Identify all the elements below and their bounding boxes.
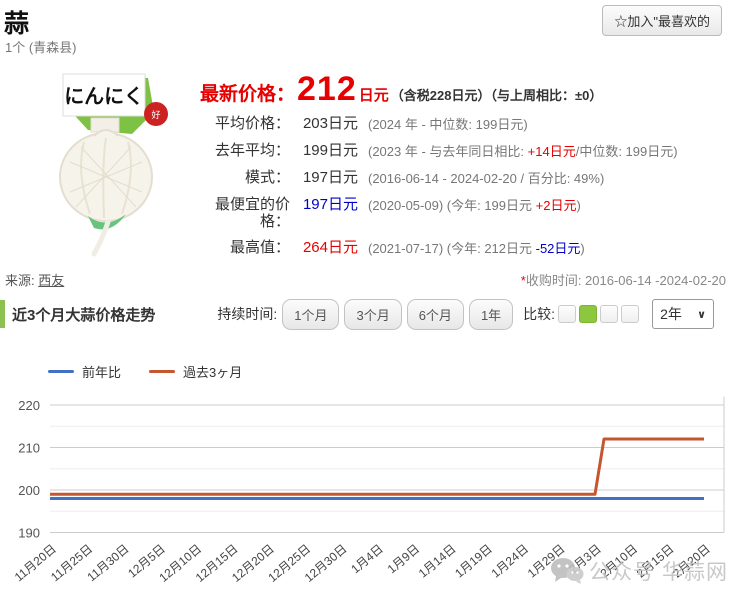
row-value: 264日元 — [302, 239, 358, 256]
range-dropdown[interactable]: 2年 ∨ — [652, 299, 715, 329]
compare-checkbox-1[interactable] — [558, 305, 577, 323]
compare-checkbox-3[interactable] — [600, 305, 619, 323]
latest-price-row: 最新价格： 212 日元 （含税228日元）（与上周相比：±0） — [200, 72, 730, 106]
price-chart: 19020021022011月20日11月25日11月30日12月5日12月10… — [12, 396, 725, 585]
source-link[interactable]: 西友 — [38, 273, 64, 288]
source-row: 来源: 西友 *收购时间: 2016-06-14 -2024-02-20 — [0, 266, 730, 290]
add-favorite-button[interactable]: ☆加入"最喜欢的 — [602, 5, 722, 36]
svg-text:1月29日: 1月29日 — [525, 542, 568, 581]
price-summary: 最新价格： 212 日元 （含税228日元）（与上周相比：±0） 平均价格： 2… — [200, 72, 730, 257]
compare-checkbox-4[interactable] — [621, 305, 640, 323]
legend-item-last3months: 過去3ヶ月 — [149, 362, 242, 381]
legend-swatch-blue — [48, 370, 74, 373]
chart-toolbar: 近3个月大蒜价格走势 持续时间: 1个月 3个月 6个月 1年 比较: 2年 ∨ — [0, 296, 730, 332]
duration-button-6month[interactable]: 6个月 — [406, 298, 464, 330]
row-value: 199日元 — [302, 142, 358, 159]
svg-text:220: 220 — [18, 398, 40, 413]
row-note: (2021-07-17) (今年: 212日元 -52日元) — [368, 241, 585, 256]
row-value: 197日元 — [302, 196, 358, 213]
row-note: (2020-05-09) (今年: 199日元 +2日元) — [368, 198, 581, 213]
svg-text:1月4日: 1月4日 — [348, 542, 386, 577]
product-image: にんにく 好 — [36, 72, 186, 258]
latest-price-note: （含税228日元）（与上周相比：±0） — [390, 88, 603, 103]
row-label: 去年平均： — [214, 142, 290, 159]
chart-legend: 前年比 過去3ヶ月 — [48, 362, 270, 381]
price-row-mode: 模式： 197日元 (2016-06-14 - 2024-02-20 / 百分比… — [200, 169, 730, 187]
garlic-image: にんにく 好 — [59, 73, 168, 257]
product-label-text: にんにく — [64, 86, 144, 108]
svg-text:1月14日: 1月14日 — [416, 542, 459, 581]
acquisition-period: *收购时间: 2016-06-14 -2024-02-20 — [520, 273, 726, 288]
svg-text:190: 190 — [18, 526, 40, 541]
latest-price-unit: 日元 — [358, 87, 389, 104]
svg-text:2月10日: 2月10日 — [598, 542, 641, 581]
compare-checkbox-2[interactable] — [579, 305, 598, 323]
row-note: (2024 年 - 中位数: 199日元) — [368, 117, 528, 132]
page-subtitle: 1个 (青森县) — [5, 40, 77, 55]
chevron-down-icon: ∨ — [697, 308, 707, 321]
svg-text:2月20日: 2月20日 — [670, 542, 713, 581]
row-label: 最便宜的价格： — [214, 196, 290, 230]
compare-label: 比较: — [523, 306, 556, 322]
row-note: (2023 年 - 与去年同日相比: +14日元/中位数: 199日元) — [368, 144, 678, 159]
row-label: 最高值： — [229, 239, 290, 256]
row-note: (2016-06-14 - 2024-02-20 / 百分比: 49%) — [368, 171, 605, 186]
page-title: 蒜 — [4, 10, 30, 38]
latest-price-label: 最新价格： — [200, 84, 296, 105]
svg-text:好: 好 — [151, 109, 160, 120]
price-row-lastyear: 去年平均： 199日元 (2023 年 - 与去年同日相比: +14日元/中位数… — [200, 142, 730, 160]
price-row-highest: 最高值： 264日元 (2021-07-17) (今年: 212日元 -52日元… — [200, 239, 730, 257]
price-row-average: 平均价格： 203日元 (2024 年 - 中位数: 199日元) — [200, 115, 730, 133]
section-title: 近3个月大蒜价格走势 — [12, 306, 156, 324]
range-dropdown-value: 2年 — [660, 306, 682, 322]
legend-label: 過去3ヶ月 — [183, 365, 243, 380]
svg-text:1月24日: 1月24日 — [489, 542, 532, 581]
legend-swatch-orange — [149, 370, 176, 373]
svg-text:210: 210 — [18, 441, 40, 456]
duration-button-1month[interactable]: 1个月 — [282, 298, 340, 330]
svg-text:1月19日: 1月19日 — [452, 542, 495, 581]
legend-label: 前年比 — [82, 365, 122, 380]
source-label: 来源: 西友 — [5, 273, 65, 288]
section-marker — [0, 300, 5, 328]
legend-item-prevyear: 前年比 — [48, 362, 121, 381]
duration-button-1year[interactable]: 1年 — [468, 298, 514, 330]
svg-text:200: 200 — [18, 483, 40, 498]
duration-button-3month[interactable]: 3个月 — [344, 298, 402, 330]
row-label: 平均价格： — [214, 115, 290, 132]
row-label: 模式： — [244, 169, 290, 186]
duration-label: 持续时间: — [217, 306, 278, 322]
svg-text:2月15日: 2月15日 — [634, 542, 677, 581]
price-row-cheapest: 最便宜的价格： 197日元 (2020-05-09) (今年: 199日元 +2… — [200, 196, 730, 230]
row-value: 197日元 — [302, 169, 358, 186]
latest-price-value: 212 — [297, 70, 357, 108]
row-value: 203日元 — [302, 115, 358, 132]
